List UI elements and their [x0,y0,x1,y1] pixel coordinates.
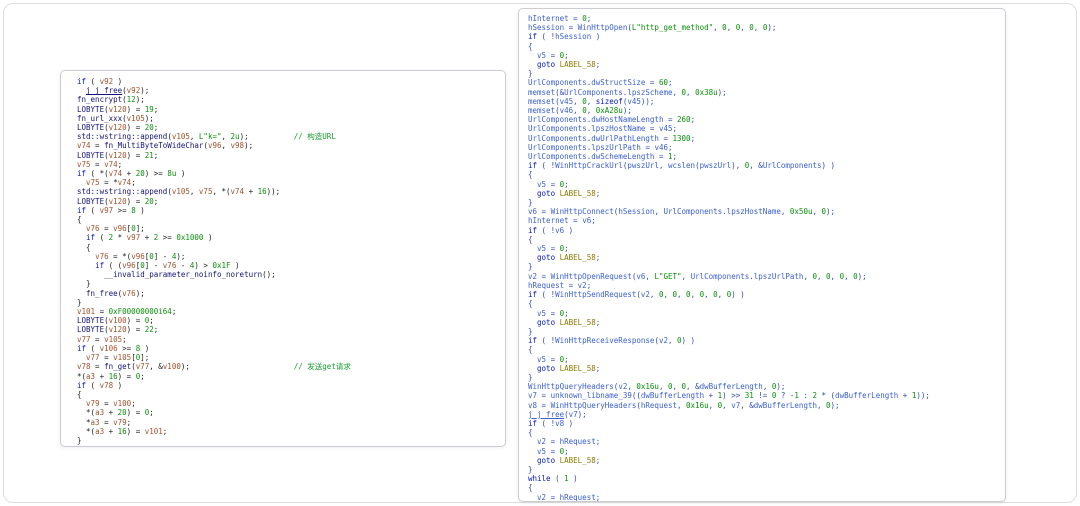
code-line: LOBYTE(v120) = 22; [77,325,159,335]
code-line: if ( !WinHttpReceiveResponse(v2, 0) ) [528,336,696,346]
code-line: v5 = 0; [537,244,569,254]
code-line: LOBYTE(v120) = 19; [77,104,159,114]
code-line: if ( !WinHttpSendRequest(v2, 0, 0, 0, 0,… [528,290,745,300]
code-line: { [528,299,533,309]
code-line: *a3 = v79; [77,417,132,427]
code-line: hSession = WinHttpOpen(L"http_get_method… [528,23,777,33]
code-line: UrlComponents.lpszHostName = v45; [528,124,678,134]
code-line: if ( !v8 ) [528,418,574,428]
code-line: } [528,69,533,79]
code-line: } [77,279,91,289]
code-line: if ( *(v74 + 20) >= 8u ) [77,169,186,179]
code-comment: // 构造URL [293,132,336,142]
code-line: LOBYTE(v120) = 20; [77,196,159,206]
code-line: LOBYTE(v120) = 21; [77,150,159,160]
code-line: v101 = 0xF00000000i64; [77,307,177,317]
code-line: LOBYTE(v100) = 0; [77,316,154,326]
code-line: fn_free(v76); [86,288,145,298]
code-line: if ( !v6 ) [528,225,574,235]
code-line: if ( !hSession ) [528,32,601,42]
code-line: memset(v45, 0, sizeof(v45)); [528,96,655,106]
code-line: v8 = WinHttpQueryHeaders(hRequest, 0x16u… [528,400,840,410]
code-line: memset(v46, 0, 0xA28u); [528,106,632,116]
right-code-panel[interactable]: hInternet = 0; hSession = WinHttpOpen(L"h… [518,8,1006,502]
code-line: UrlComponents.dwSchemeLength = 1; [528,152,678,162]
code-line: WinHttpQueryHeaders(v2, 0x16u, 0, 0, &dw… [528,382,786,392]
code-line: *(a3 + 20) = 0; [77,408,154,418]
code-line: goto LABEL_58; [537,317,601,327]
code-line: if ( v78 ) [77,380,123,390]
code-line: std::wstring::append(v105, v75, *(v74 + … [77,187,281,197]
code-line: } [77,297,82,307]
code-line: v2 = hRequest; [537,492,601,502]
code-line: j_j_free(v7); [528,409,587,419]
code-line: { [528,483,533,493]
code-line: } [77,435,82,445]
code-line: goto LABEL_58; [537,188,601,198]
code-line: goto LABEL_58; [537,253,601,263]
code-line: __invalid_parameter_noinfo_noreturn(); [104,270,276,280]
code-line: if ( (v96[0] - v76 - 4) > 0x1F ) [95,261,240,271]
code-line: } [528,372,533,382]
code-line: { [528,345,533,355]
code-line: *(a3 + 16) = 0; [77,371,145,381]
code-line: v79 = v100; [86,399,136,409]
code-line: v2 = hRequest; [537,437,601,447]
code-line: hRequest = v2; [528,280,592,290]
code-line: j_j_free(v92); [86,86,150,96]
code-line: if ( v106 >= 8 ) [77,343,150,353]
code-line: if ( !WinHttpCrackUrl(pwszUrl, wcslen(pw… [528,161,836,171]
code-line: { [77,389,82,399]
code-line: UrlComponents.dwHostNameLength = 260; [528,115,696,125]
code-line: v78 = fn_get(v77, &v100); // 发送get请求 [77,362,351,372]
code-line: if ( v92 ) [77,77,123,86]
code-line: fn_encrypt(12); [77,95,145,105]
code-line: UrlComponents.lpszUrlPath = v46; [528,142,673,152]
code-line: { [528,170,533,180]
code-line: { [77,215,82,225]
code-line: v7 = unknown_libname_39((dwBufferLength … [528,391,930,401]
code-line: v6 = WinHttpConnect(hSession, UrlCompone… [528,207,836,217]
code-line: { [528,428,533,438]
code-line: v77 = v105; [77,334,127,344]
code-line: hInternet = v6; [528,216,596,226]
code-line: { [528,234,533,244]
code-line: goto LABEL_58; [537,455,601,465]
code-line: memset(&UrlComponents.lpszScheme, 0, 0x3… [528,87,727,97]
code-line: v74 = fn_MultiByteToWideChar(v96, v98); [77,141,254,151]
code-line: LOBYTE(v120) = 20; [77,123,159,133]
code-line: goto LABEL_58; [537,363,601,373]
code-line: v77 = v105[0]; [86,353,150,363]
code-line: UrlComponents.dwUrlPathLength = 1300; [528,133,696,143]
code-line: *(a3 + 16) = v101; [77,426,168,436]
code-line: v5 = 0; [537,354,569,364]
left-code-panel[interactable]: if ( v92 ) j_j_free(v92); fn_encrypt(12);… [60,70,506,447]
code-line: std::wstring::append(v105, L"k=", 2u); /… [77,132,336,142]
code-line: { [77,242,91,252]
code-line: v5 = 0; [537,446,569,456]
code-line: } [528,198,533,208]
code-line: while ( 1 ) [528,474,578,484]
code-line: } [528,326,533,336]
code-line: v76 = *(v96[0] - 4); [95,251,186,261]
code-line: fn_url_xxx(v105); [77,113,154,123]
code-line: v5 = 0; [537,50,569,60]
code-comment: // 发送get请求 [293,362,351,372]
code-line: { [528,41,533,51]
code-line: } [528,262,533,272]
code-line: UrlComponents.dwStructSize = 60; [528,78,673,88]
code-line: v5 = 0; [537,179,569,189]
code-line: } [528,464,533,474]
code-line: v75 = *v74; [86,178,136,188]
code-line: v76 = v96[0]; [86,224,145,234]
code-line: v75 = v74; [77,159,123,169]
code-line: v2 = WinHttpOpenRequest(v6, L"GET", UrlC… [528,271,867,281]
code-line: v5 = 0; [537,308,569,318]
code-line: if ( 2 * v97 + 2 >= 0x1000 ) [86,233,213,243]
code-line: if ( v97 >= 8 ) [77,205,145,215]
code-line: goto LABEL_58; [537,60,601,70]
code-line: hInternet = 0; [528,14,592,23]
